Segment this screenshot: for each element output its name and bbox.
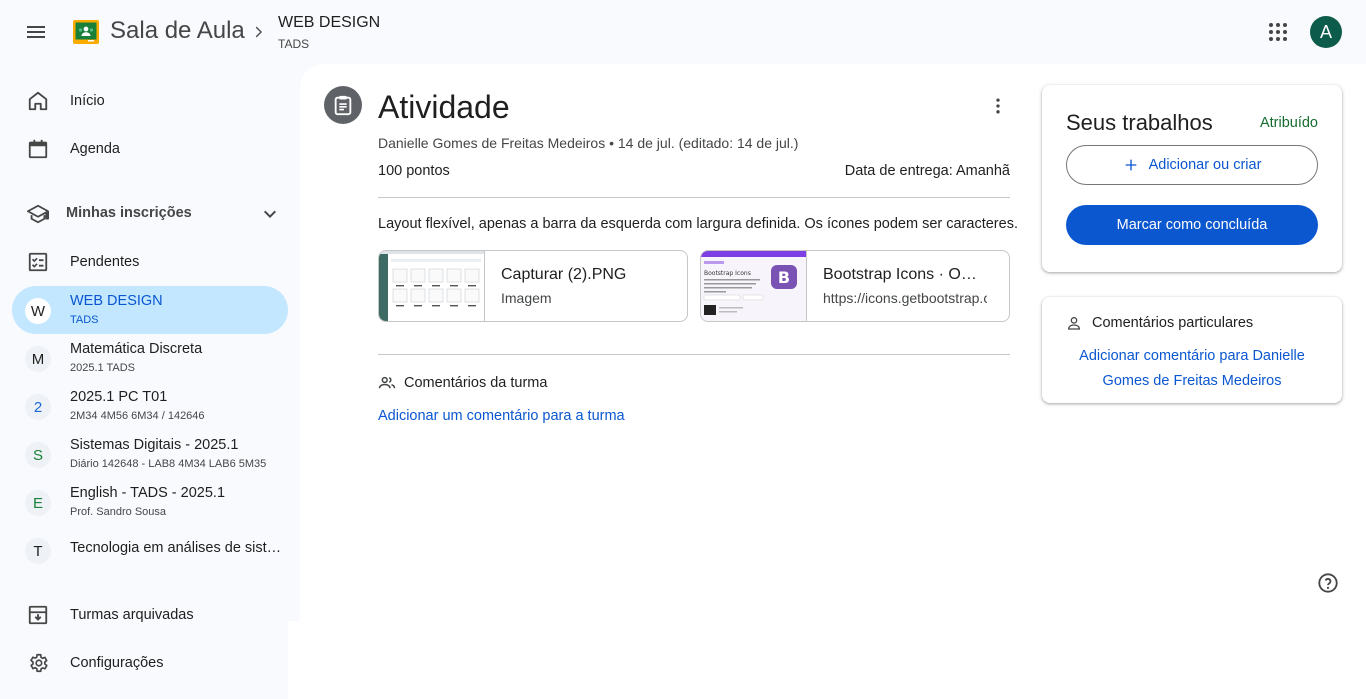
todo-checklist-icon [26,250,50,274]
attachment-title: Bootstrap Icons · O… [823,266,977,283]
sidebar-class-item[interactable]: W WEB DESIGN TADS [12,286,288,334]
school-icon [26,203,50,230]
sidebar-class-item[interactable]: M Matemática Discreta 2025.1 TADS [12,334,288,382]
class-badge: 2 [25,394,51,420]
attachment-title: Capturar (2).PNG [501,266,627,283]
plus-icon [1123,157,1139,173]
sidebar-class-item[interactable]: 2 2025.1 PC T01 2M34 4M56 6M34 / 142646 [12,382,288,430]
attachment-url: https://icons.getbootstrap.com/ [823,290,987,306]
class-badge: M [25,346,51,372]
class-name: Tecnologia em análises de sist… [70,540,282,556]
navigation-drawer: Início Agenda Minhas inscrições Pendente… [0,64,300,699]
mark-as-done-button[interactable]: Marcar como concluída [1066,205,1318,245]
assignment-icon [324,86,362,124]
chevron-right-icon [248,20,268,44]
private-comments-header: Comentários particulares [1066,315,1253,331]
panel-corner-fill [288,621,300,699]
class-badge: W [25,298,51,324]
more-vert-icon [996,98,1000,114]
class-name: English - TADS - 2025.1 [70,485,226,501]
assignment-description: Layout flexível, apenas a barra da esque… [378,216,1018,232]
class-name: Matemática Discreta [70,341,203,357]
sidebar-item-todo[interactable]: Pendentes [12,238,288,286]
sidebar-item-label: Início [70,93,105,109]
class-badge: T [25,538,51,564]
add-private-comment-link[interactable]: Adicionar comentário para Danielle Gomes… [1066,344,1318,394]
assignment-main-panel: Atividade Danielle Gomes de Freitas Mede… [300,64,1366,699]
assignment-title: Atividade [378,89,510,125]
sidebar-item-label: Pendentes [70,254,140,270]
sidebar-item-calendar[interactable]: Agenda [12,125,288,173]
assignment-due-date: Data de entrega: Amanhã [844,163,1010,179]
class-section: Diário 142648 - LAB8 4M34 LAB6 5M35 [70,458,267,470]
class-name: Sistemas Digitais - 2025.1 [70,437,239,453]
class-name: WEB DESIGN [70,293,163,309]
sidebar-item-settings[interactable]: Configurações [12,639,288,687]
attachment-thumbnail: Bootstrap Icons B [701,251,807,321]
class-section: Prof. Sandro Sousa [70,506,167,518]
thumbnail-heading: Bootstrap Icons [704,270,751,277]
your-work-title: Seus trabalhos [1066,110,1213,135]
svg-text:B: B [778,268,790,287]
assignment-points: 100 pontos [378,163,450,179]
apps-grid-icon [1269,23,1287,41]
breadcrumb-class-title[interactable]: WEB DESIGN [278,14,380,32]
private-comments-title: Comentários particulares [1092,315,1254,331]
home-icon [26,89,50,113]
class-badge: E [25,490,51,516]
sidebar-item-archived[interactable]: Turmas arquivadas [12,591,288,639]
sidebar-section-label: Minhas inscrições [66,205,192,221]
add-or-create-label: Adicionar ou criar [1148,157,1262,173]
class-section: TADS [70,314,99,326]
google-apps-button[interactable] [1258,12,1298,52]
class-name: 2025.1 PC T01 [70,389,168,405]
help-icon [1318,573,1338,593]
sidebar-class-item[interactable]: S Sistemas Digitais - 2025.1 Diário 1426… [12,430,288,478]
attachment-type: Imagem [501,290,552,306]
menu-icon [27,26,45,38]
assignment-meta: Danielle Gomes de Freitas Medeiros • 14 … [378,135,799,151]
app-title[interactable]: Sala de Aula [110,17,245,45]
your-work-card: Seus trabalhos Atribuído Adicionar ou cr… [1042,85,1342,272]
sidebar-item-label: Agenda [70,141,120,157]
classroom-logo-icon[interactable] [73,20,99,44]
attachment-thumbnail [379,251,485,321]
account-avatar[interactable]: A [1310,16,1342,48]
person-icon [1067,317,1081,330]
attachment-card-link[interactable]: Bootstrap Icons B Bootstrap Icons · O… h… [700,250,1010,322]
breadcrumb-class-subtitle: TADS [278,37,310,51]
attachment-card-image[interactable]: Capturar (2).PNG Imagem [378,250,688,322]
sidebar-item-label: Turmas arquivadas [70,607,194,623]
sidebar-class-item[interactable]: E English - TADS - 2025.1 Prof. Sandro S… [12,478,288,526]
sidebar-item-home[interactable]: Início [12,77,288,125]
sidebar-item-label: Configurações [70,655,164,671]
top-app-bar: Sala de Aula WEB DESIGN TADS A [0,0,1366,64]
class-comments-header: Comentários da turma [378,373,547,393]
gear-icon [26,651,50,675]
more-options-button[interactable] [982,90,1014,122]
status-badge: Atribuído [1259,115,1318,131]
add-class-comment-link[interactable]: Adicionar um comentário para a turma [378,408,625,424]
add-or-create-button[interactable]: Adicionar ou criar [1066,145,1318,185]
divider [378,197,1010,198]
divider [378,354,1010,355]
main-menu-button[interactable] [16,12,56,52]
calendar-icon [26,137,50,161]
class-section: 2025.1 TADS [70,362,136,374]
chevron-down-icon[interactable] [258,202,282,231]
class-comments-label: Comentários da turma [404,375,548,391]
sidebar-class-item[interactable]: T Tecnologia em análises de sist… [12,526,288,574]
people-icon [378,376,396,389]
archive-icon [26,603,50,627]
private-comments-card: Comentários particulares Adicionar comen… [1042,297,1342,403]
sidebar-section-enrolled[interactable]: Minhas inscrições [12,190,288,238]
help-button[interactable] [1316,571,1340,595]
class-badge: S [25,442,51,468]
class-section: 2M34 4M56 6M34 / 142646 [70,410,205,422]
